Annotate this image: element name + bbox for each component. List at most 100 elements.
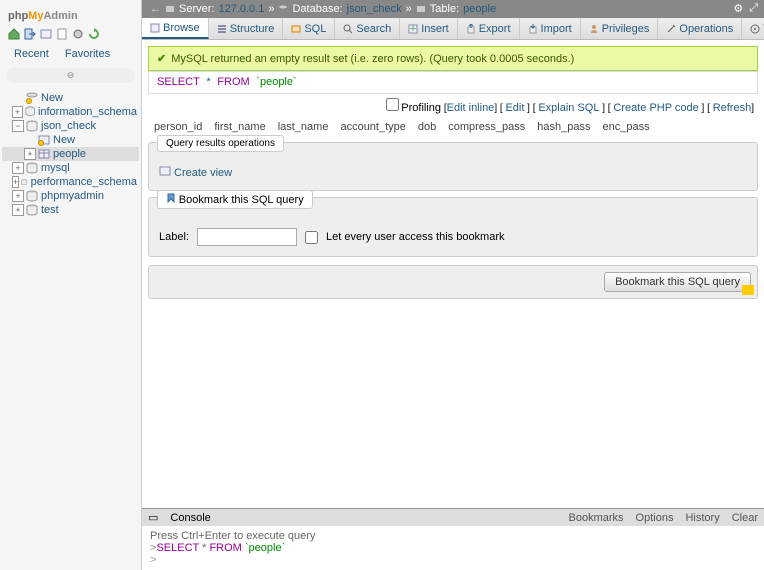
logo-admin: Admin xyxy=(43,10,77,22)
collapse-icon[interactable]: − xyxy=(12,120,24,132)
tab-search[interactable]: Search xyxy=(335,18,400,39)
col-header: compress_pass xyxy=(448,121,525,133)
refresh-link[interactable]: Refresh xyxy=(713,102,752,114)
tab-insert[interactable]: +Insert xyxy=(400,18,458,39)
console-title: Console xyxy=(170,512,210,524)
php-code-link[interactable]: Create PHP code xyxy=(613,102,698,114)
tab-sql[interactable]: SQL xyxy=(283,18,335,39)
col-header: first_name xyxy=(214,121,265,133)
expand-icon[interactable]: + xyxy=(12,162,24,174)
logout-icon[interactable] xyxy=(24,28,36,40)
col-header: person_id xyxy=(154,121,202,133)
alert-success: ✔ MySQL returned an empty result set (i.… xyxy=(148,46,758,71)
panel-title: Query results operations xyxy=(157,135,284,152)
tree-new-table-label: New xyxy=(53,134,75,146)
server-icon xyxy=(165,4,175,14)
docs-icon[interactable] xyxy=(56,28,68,40)
tab-label: Export xyxy=(479,23,511,35)
col-header: account_type xyxy=(340,121,405,133)
gear-icon[interactable]: ⚙ xyxy=(733,2,743,15)
reload-icon[interactable] xyxy=(88,28,100,40)
bookmark-share-checkbox[interactable] xyxy=(305,231,318,244)
privileges-icon xyxy=(589,24,599,34)
tracking-icon xyxy=(750,24,760,34)
create-view-label: Create view xyxy=(174,167,232,179)
browse-icon xyxy=(150,23,160,33)
col-header: dob xyxy=(418,121,436,133)
console-options[interactable]: Options xyxy=(636,512,674,524)
profiling-checkbox[interactable] xyxy=(386,98,399,111)
explain-link[interactable]: Explain SQL xyxy=(538,102,599,114)
tree-db[interactable]: + phpmyadmin xyxy=(2,189,139,203)
console-bookmarks[interactable]: Bookmarks xyxy=(569,512,624,524)
edit-link[interactable]: Edit xyxy=(505,102,524,114)
collapse-icon[interactable]: ⊖ xyxy=(6,68,135,83)
search-icon xyxy=(343,24,353,34)
insert-icon: + xyxy=(408,24,418,34)
expand-icon[interactable]: ⤢ xyxy=(749,2,758,15)
tab-privileges[interactable]: Privileges xyxy=(581,18,659,39)
table-icon xyxy=(38,148,50,160)
sql-icon[interactable] xyxy=(40,28,52,40)
button-bar: Bookmark this SQL query xyxy=(148,265,758,299)
expand-icon[interactable]: + xyxy=(12,176,19,188)
tree-db[interactable]: +performance_schema xyxy=(2,175,139,189)
tree-db[interactable]: +test xyxy=(2,203,139,217)
tree-db[interactable]: +mysql xyxy=(2,161,139,175)
breadcrumb: ← Server: 127.0.0.1 » Database: json_che… xyxy=(142,0,764,18)
database-icon xyxy=(21,176,27,188)
bc-tbl-label: Table: xyxy=(430,3,459,15)
bookmark-button[interactable]: Bookmark this SQL query xyxy=(604,272,751,292)
bc-db-link[interactable]: json_check xyxy=(347,3,402,15)
tree-new[interactable]: New xyxy=(2,91,139,105)
home-icon[interactable] xyxy=(8,28,20,40)
database-icon xyxy=(26,204,38,216)
bc-tbl-link[interactable]: people xyxy=(463,3,496,15)
nav-back-icon[interactable]: ← xyxy=(150,3,161,15)
bc-server-link[interactable]: 127.0.0.1 xyxy=(218,3,264,15)
tab-tracking[interactable]: Tracking xyxy=(742,18,764,39)
tree-db[interactable]: +information_schema xyxy=(2,105,139,119)
tab-browse[interactable]: Browse xyxy=(142,18,209,39)
col-header: last_name xyxy=(278,121,329,133)
sql-display: SELECT * FROM `people` xyxy=(148,71,758,94)
bookmark-icon xyxy=(166,194,176,206)
flag-icon[interactable] xyxy=(742,285,754,295)
tree-new-table[interactable]: New xyxy=(2,133,139,147)
tab-label: Structure xyxy=(230,23,275,35)
settings-icon[interactable] xyxy=(72,28,84,40)
panel-title: Bookmark this SQL query xyxy=(157,190,313,209)
panel-title-text: Bookmark this SQL query xyxy=(179,194,304,206)
bc-sep: » xyxy=(406,3,412,15)
console-body[interactable]: Press Ctrl+Enter to execute query >SELEC… xyxy=(142,526,764,570)
sql-star: * xyxy=(202,542,206,554)
edit-inline-link[interactable]: Edit inline xyxy=(447,102,495,114)
tab-structure[interactable]: Structure xyxy=(209,18,284,39)
tab-recent[interactable]: Recent xyxy=(6,44,57,64)
tab-operations[interactable]: Operations xyxy=(658,18,742,39)
tab-import[interactable]: Import xyxy=(520,18,581,39)
database-icon xyxy=(26,120,38,132)
tree-new-label: New xyxy=(41,92,63,104)
bc-sep: » xyxy=(268,3,274,15)
tree-table[interactable]: +people xyxy=(2,147,139,161)
console-history[interactable]: History xyxy=(685,512,719,524)
view-icon xyxy=(159,165,171,180)
import-icon xyxy=(528,24,538,34)
expand-icon[interactable]: + xyxy=(24,148,36,160)
tree-db[interactable]: −json_check xyxy=(2,119,139,133)
expand-icon[interactable]: + xyxy=(12,204,24,216)
create-view-link[interactable]: Create view xyxy=(159,165,747,180)
tree-db-label: phpmyadmin xyxy=(41,190,104,202)
sidebar: phpMyAdmin Recent Favorites ⊖ New +infor… xyxy=(0,0,142,570)
bc-db-label: Database: xyxy=(292,3,342,15)
svg-text:+: + xyxy=(410,24,416,34)
console-clear[interactable]: Clear xyxy=(732,512,758,524)
expand-icon[interactable]: + xyxy=(12,106,23,118)
expand-icon[interactable]: + xyxy=(12,190,24,202)
bookmark-label-input[interactable] xyxy=(197,228,297,246)
tab-favorites[interactable]: Favorites xyxy=(57,44,118,64)
main: ← Server: 127.0.0.1 » Database: json_che… xyxy=(142,0,764,570)
console-toggle-icon[interactable]: ▭ xyxy=(148,511,158,524)
tab-export[interactable]: Export xyxy=(458,18,520,39)
